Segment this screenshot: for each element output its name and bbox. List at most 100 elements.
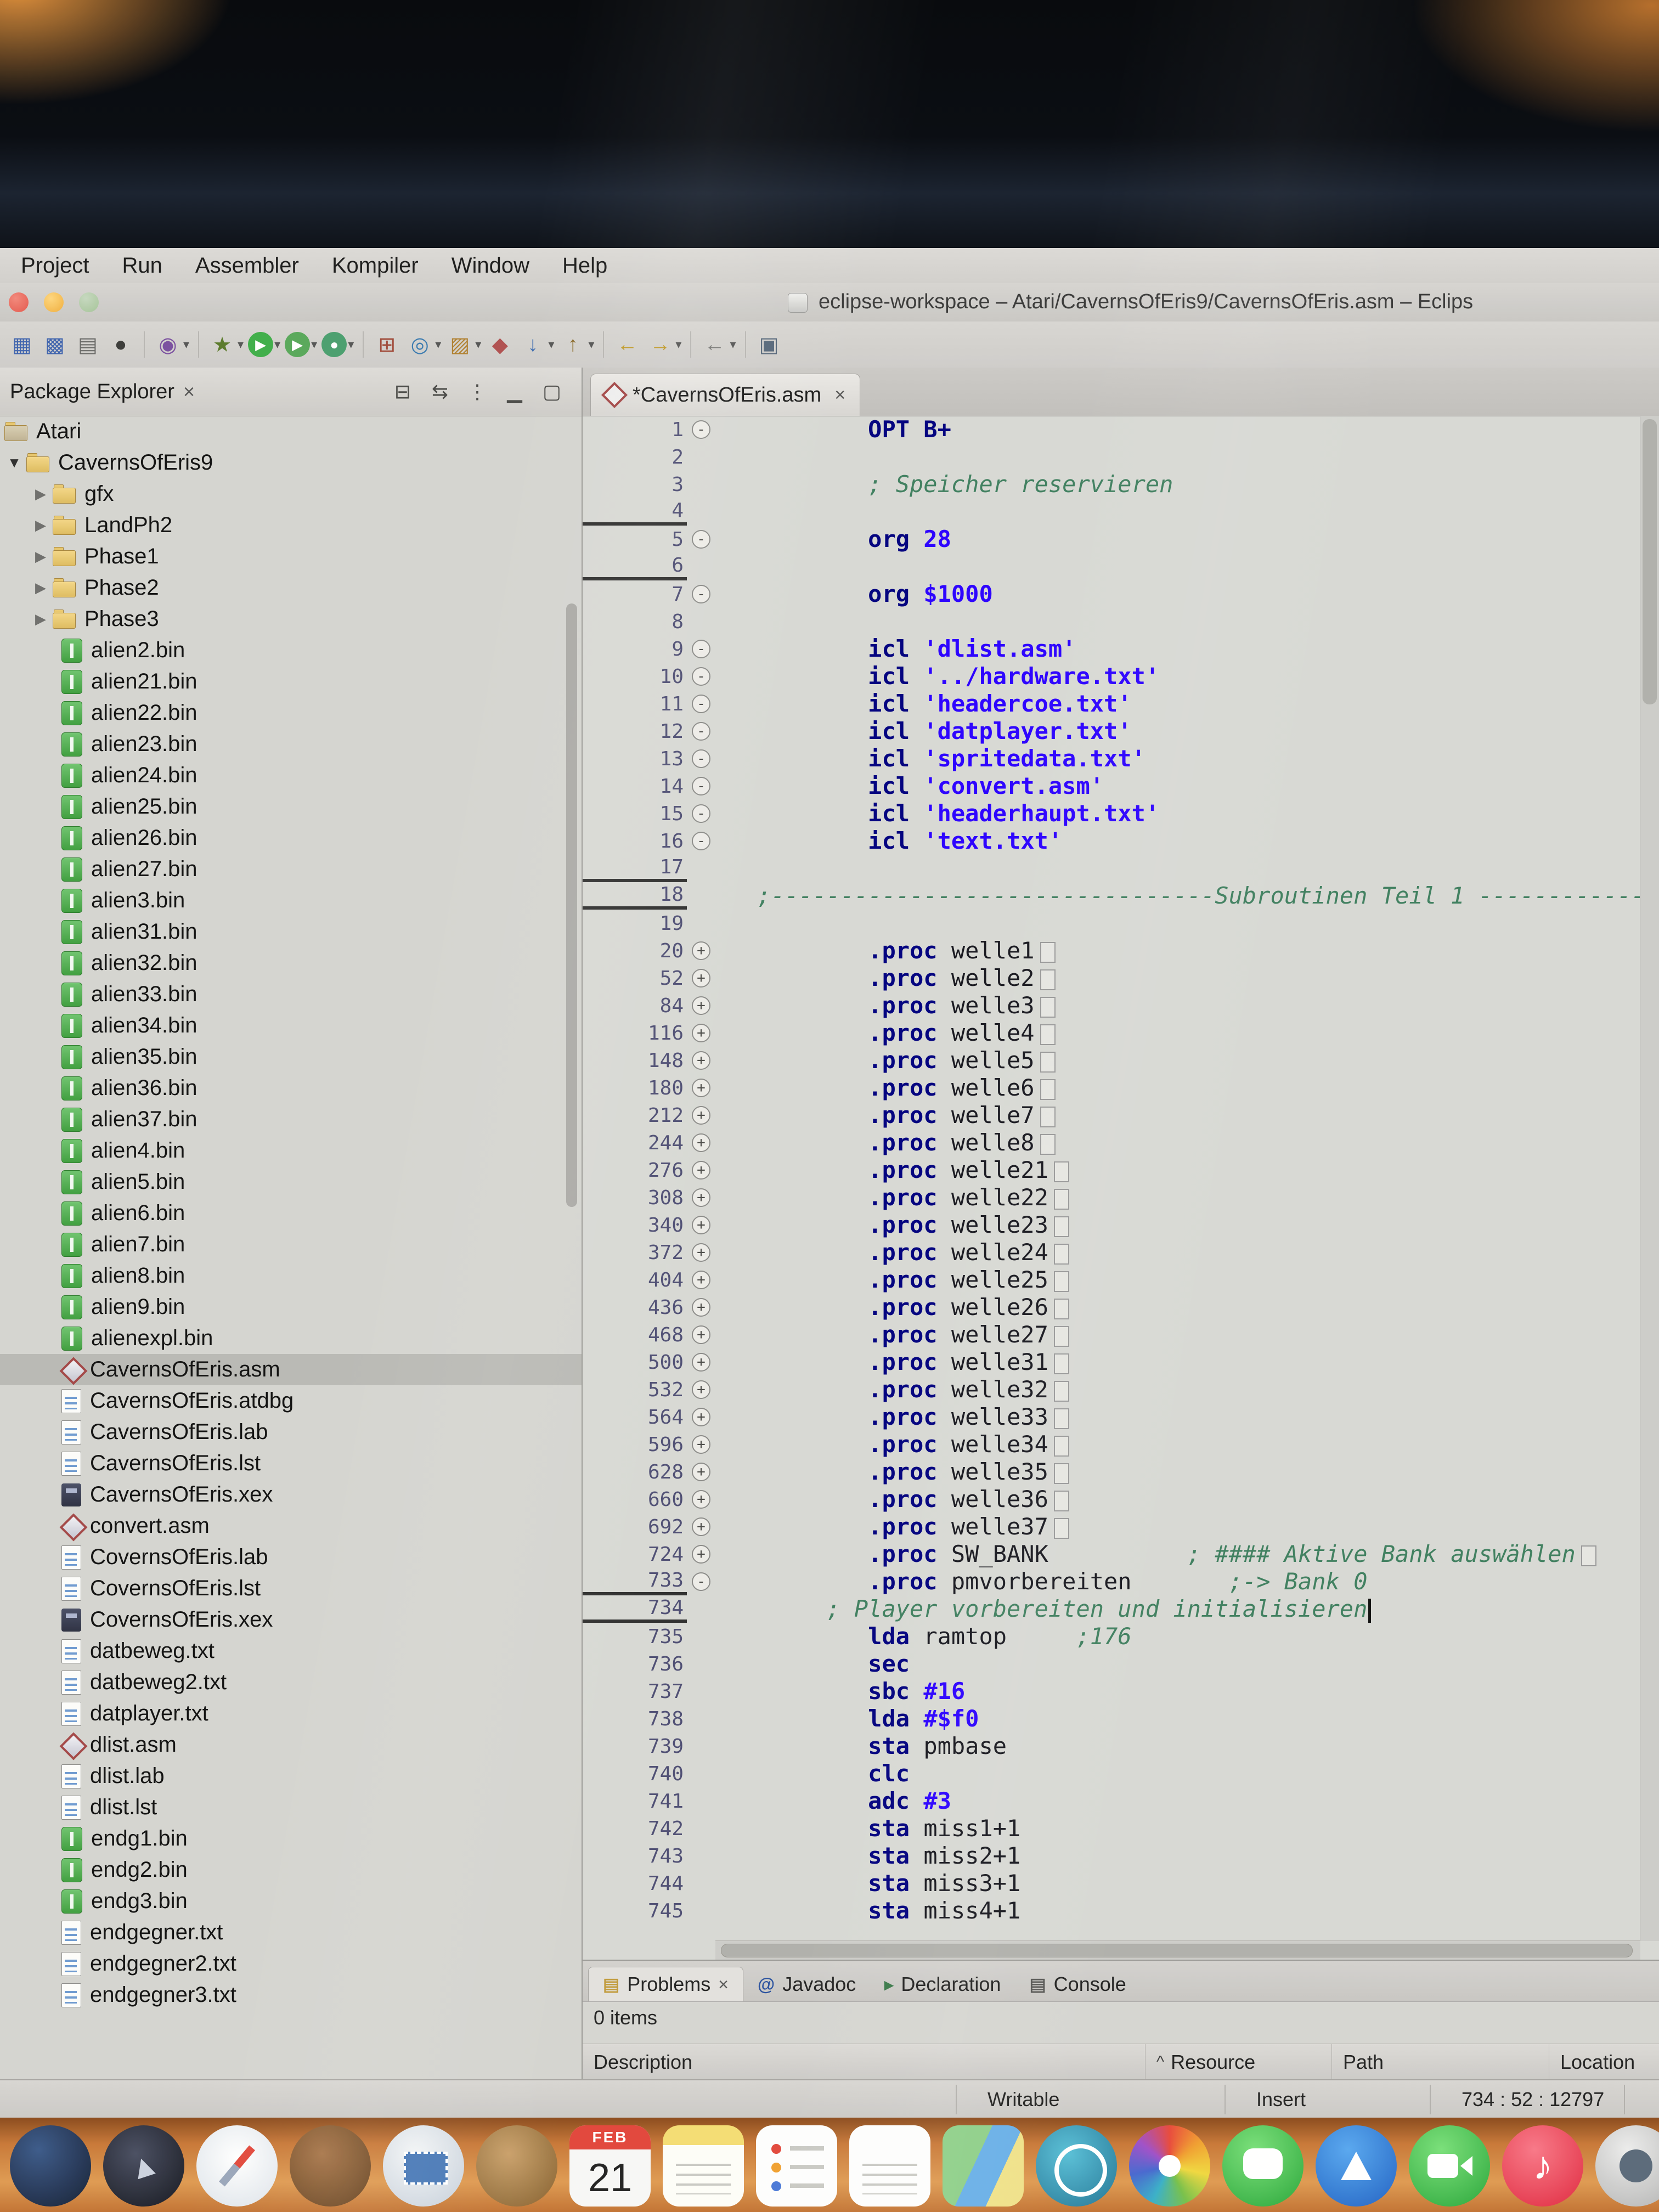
tree-item-alien8.bin[interactable]: alien8.bin [0,1260,582,1291]
tree-item-alien37.bin[interactable]: alien37.bin [0,1104,582,1135]
tree-item-CavernsOfEris9[interactable]: ▼CavernsOfEris9 [0,447,582,478]
search-button[interactable]: ● [106,330,135,359]
tree-item-dlist.asm[interactable]: dlist.asm [0,1729,582,1760]
expand-arrow-icon[interactable]: ▶ [29,548,53,565]
folded-region-box[interactable] [1040,969,1056,990]
tree-item-CavernsOfEris.asm[interactable]: CavernsOfEris.asm [0,1354,582,1385]
finder-dock-icon[interactable] [10,2125,91,2207]
fold-expand-icon[interactable]: + [692,1271,710,1289]
tree-item-CavernsOfEris.atdbg[interactable]: CavernsOfEris.atdbg [0,1385,582,1417]
tree-item-alien3.bin[interactable]: alien3.bin [0,885,582,916]
folded-region-box[interactable] [1054,1518,1069,1539]
calendar-dock-icon[interactable]: FEB21 [569,2125,651,2207]
tree-item-CovernsOfEris.lst[interactable]: CovernsOfEris.lst [0,1573,582,1604]
tree-item-datbeweg.txt[interactable]: datbeweg.txt [0,1635,582,1667]
folded-region-box[interactable] [1581,1545,1596,1566]
tree-item-alien9.bin[interactable]: alien9.bin [0,1291,582,1323]
fold-expand-icon[interactable]: + [692,1380,710,1399]
tree-item-dlist.lab[interactable]: dlist.lab [0,1760,582,1792]
tree-item-alien4.bin[interactable]: alien4.bin [0,1135,582,1166]
folded-region-box[interactable] [1054,1216,1069,1237]
folded-region-box[interactable] [1054,1189,1069,1210]
menu-assembler[interactable]: Assembler [179,253,315,278]
folded-region-box[interactable] [1054,1271,1069,1292]
code-area[interactable]: 1- OPT B+23 ; Speicher reservieren45- or… [583,416,1640,1941]
tree-item-CavernsOfEris.lst[interactable]: CavernsOfEris.lst [0,1448,582,1479]
tree-item-CovernsOfEris.lab[interactable]: CovernsOfEris.lab [0,1542,582,1573]
fold-collapse-icon[interactable]: - [692,804,710,823]
tree-item-alien31.bin[interactable]: alien31.bin [0,916,582,947]
tree-item-alien23.bin[interactable]: alien23.bin [0,729,582,760]
column-header-description[interactable]: Description [583,2044,1146,2080]
tab-problems[interactable]: ▤Problems× [588,1967,743,2001]
menu-project[interactable]: Project [4,253,106,278]
menu-window[interactable]: Window [435,253,546,278]
music-dock-icon[interactable]: ♪ [1502,2125,1583,2207]
folded-region-box[interactable] [1054,1463,1069,1484]
scrollbar-thumb[interactable] [721,1944,1633,1957]
expand-arrow-icon[interactable]: ▶ [29,611,53,628]
fold-expand-icon[interactable]: + [692,1353,710,1372]
tree-item-endg1.bin[interactable]: endg1.bin [0,1823,582,1854]
tree-item-CavernsOfEris.xex[interactable]: CavernsOfEris.xex [0,1479,582,1510]
save-all-button[interactable]: ▩ [41,330,69,359]
fold-expand-icon[interactable]: + [692,1298,710,1317]
fold-collapse-icon[interactable]: - [692,722,710,741]
column-header-path[interactable]: Path [1332,2044,1549,2080]
forward-button[interactable]: →▾ [646,330,681,359]
fold-expand-icon[interactable]: + [692,1106,710,1125]
fold-expand-icon[interactable]: + [692,1133,710,1152]
column-header-resource[interactable]: ^Resource [1146,2044,1332,2080]
folded-region-box[interactable] [1054,1353,1069,1374]
tree-item-alien32.bin[interactable]: alien32.bin [0,947,582,979]
fold-collapse-icon[interactable]: - [692,667,710,686]
fold-expand-icon[interactable]: + [692,1161,710,1180]
editor-horizontal-scrollbar[interactable] [715,1940,1640,1960]
reminders-dock-icon[interactable] [756,2125,837,2207]
folded-region-box[interactable] [1040,1079,1056,1100]
fold-expand-icon[interactable]: + [692,1243,710,1262]
fold-expand-icon[interactable]: + [692,1051,710,1070]
menu-help[interactable]: Help [546,253,624,278]
lists-dock-icon[interactable] [849,2125,930,2207]
collapse-all-icon[interactable]: ⊟ [392,380,414,403]
compass-dock-icon[interactable] [1036,2125,1117,2207]
fold-expand-icon[interactable]: + [692,1024,710,1042]
folded-region-box[interactable] [1054,1436,1069,1457]
view-menu-icon[interactable]: ⋮ [466,380,488,403]
fold-expand-icon[interactable]: + [692,1435,710,1454]
tree-item-Atari[interactable]: Atari [0,416,582,447]
fold-expand-icon[interactable]: + [692,1408,710,1426]
tree-item-alien7.bin[interactable]: alien7.bin [0,1229,582,1260]
tree-item-endgegner3.txt[interactable]: endgegner3.txt [0,1979,582,2011]
save-button[interactable]: ▦ [8,330,36,359]
fold-collapse-icon[interactable]: - [692,832,710,850]
tree-item-alien6.bin[interactable]: alien6.bin [0,1198,582,1229]
fold-collapse-icon[interactable]: - [692,420,710,439]
minimize-icon[interactable]: ▁ [504,380,526,403]
link-with-editor-icon[interactable]: ⇆ [429,380,451,403]
fold-collapse-icon[interactable]: - [692,749,710,768]
assembler-button[interactable]: ◉▾ [154,330,189,359]
folded-region-box[interactable] [1054,1244,1069,1265]
import-button[interactable]: ↓▾ [518,330,554,359]
explorer-scrollbar[interactable] [566,603,577,1207]
safari-dock-icon[interactable] [196,2125,278,2207]
tree-item-Phase1[interactable]: ▶Phase1 [0,541,582,572]
fold-collapse-icon[interactable]: - [692,777,710,795]
fold-collapse-icon[interactable]: - [692,585,710,603]
tree-item-alien24.bin[interactable]: alien24.bin [0,760,582,791]
tab-declaration[interactable]: ▸Declaration [870,1967,1015,2001]
folded-region-box[interactable] [1054,1299,1069,1319]
new-project-button[interactable]: ⊞ [373,330,401,359]
minimize-window-button[interactable] [44,292,64,312]
document-dock-icon[interactable] [476,2125,557,2207]
folded-region-box[interactable] [1040,942,1056,963]
tree-item-alien21.bin[interactable]: alien21.bin [0,666,582,697]
tree-item-LandPh2[interactable]: ▶LandPh2 [0,510,582,541]
expand-arrow-icon[interactable]: ▶ [29,579,53,596]
fold-expand-icon[interactable]: + [692,941,710,960]
tree-item-Phase3[interactable]: ▶Phase3 [0,603,582,635]
export-button[interactable]: ↑▾ [558,330,594,359]
menu-run[interactable]: Run [106,253,179,278]
